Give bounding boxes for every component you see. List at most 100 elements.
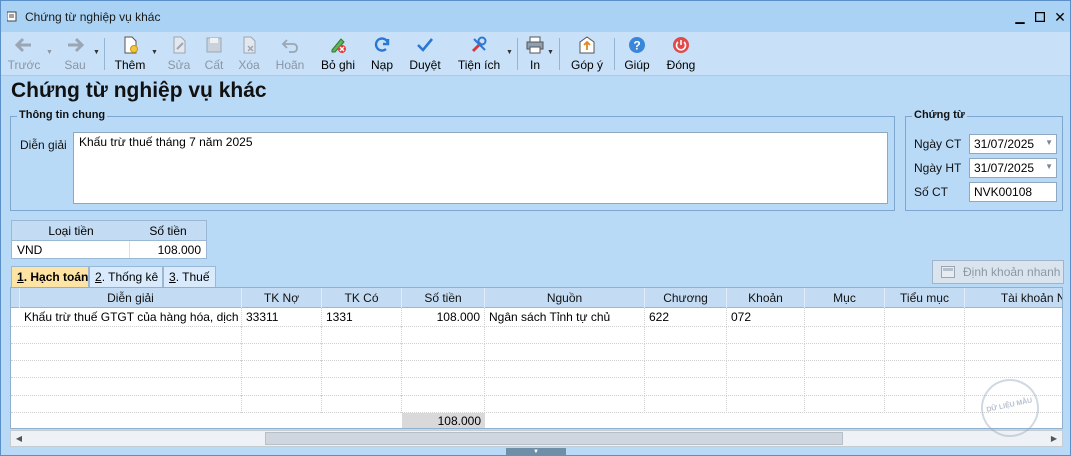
grid-cell[interactable] [242, 327, 322, 344]
col-credit-header[interactable]: TK Có [322, 288, 402, 308]
grid-cell[interactable] [20, 361, 242, 379]
row-section-cell[interactable] [805, 308, 885, 327]
grid-cell[interactable] [885, 395, 965, 413]
close-button[interactable]: Đóng [663, 34, 699, 74]
voucher-date-field[interactable]: 31/07/2025 ▼ [969, 134, 1057, 154]
feedback-button[interactable]: Góp ý [567, 34, 607, 74]
save-button[interactable]: Cất [199, 34, 229, 74]
row-item-cell[interactable]: 072 [727, 308, 805, 327]
grid-cell[interactable] [485, 395, 645, 413]
row-chapter-cell[interactable]: 622 [645, 308, 727, 327]
grid-cell[interactable] [885, 344, 965, 362]
grid-cell[interactable] [20, 327, 242, 344]
grid-cell[interactable] [885, 361, 965, 379]
grid-cell[interactable] [885, 327, 965, 344]
minimize-icon[interactable]: ▁ [1010, 7, 1030, 27]
print-button[interactable]: In [523, 34, 547, 74]
grid-cell[interactable] [242, 344, 322, 362]
table-row[interactable]: Khấu trừ thuế GTGT của hàng hóa, dịch vụ… [11, 308, 1062, 327]
table-row[interactable] [11, 344, 1062, 362]
grid-cell[interactable] [20, 378, 242, 396]
grid-cell[interactable] [885, 378, 965, 396]
grid-cell[interactable] [242, 378, 322, 396]
panel-toggle-handle[interactable]: ▼ [506, 448, 566, 456]
delete-button[interactable]: Xóa [233, 34, 265, 74]
prev-dropdown-icon[interactable]: ▼ [46, 49, 53, 56]
table-row[interactable] [11, 361, 1062, 379]
grid-cell[interactable] [805, 361, 885, 379]
grid-cell[interactable] [805, 378, 885, 396]
grid-cell[interactable] [485, 378, 645, 396]
row-credit-cell[interactable]: 1331 [322, 308, 402, 327]
table-row[interactable] [11, 378, 1062, 396]
scroll-left-icon[interactable]: ◀ [12, 432, 26, 445]
posting-date-field[interactable]: 31/07/2025 ▼ [969, 158, 1057, 178]
grid-cell[interactable] [805, 395, 885, 413]
grid-cell[interactable] [727, 378, 805, 396]
quick-entry-button[interactable]: Định khoản nhanh [932, 260, 1064, 284]
next-button[interactable]: Sau [59, 34, 91, 74]
horizontal-scrollbar[interactable]: ◀ ▶ [10, 430, 1063, 447]
grid-cell[interactable] [645, 327, 727, 344]
grid-cell[interactable] [242, 395, 322, 413]
grid-cell[interactable] [727, 327, 805, 344]
grid-cell[interactable] [645, 361, 727, 379]
grid-cell[interactable] [402, 327, 485, 344]
tab-accounting[interactable]: 1. Hạch toán [11, 266, 89, 287]
row-source-cell[interactable]: Ngân sách Tỉnh tự chủ [485, 308, 645, 327]
grid-cell[interactable] [805, 344, 885, 362]
row-bank-account-cell[interactable] [965, 308, 1062, 327]
row-amount-cell[interactable]: 108.000 [402, 308, 485, 327]
col-bank-account-header[interactable]: Tài khoản NH [965, 288, 1062, 308]
grid-cell[interactable] [322, 361, 402, 379]
grid-cell[interactable] [322, 327, 402, 344]
help-button[interactable]: ? Giúp [621, 34, 653, 74]
grid-cell[interactable] [322, 395, 402, 413]
next-dropdown-icon[interactable]: ▼ [93, 49, 100, 56]
dropdown-arrow-icon[interactable]: ▼ [1045, 162, 1053, 171]
grid-cell[interactable] [20, 395, 242, 413]
col-amount-header[interactable]: Số tiền [402, 288, 485, 308]
tab-statistics[interactable]: 2. Thống kê [89, 266, 163, 287]
grid-cell[interactable] [727, 361, 805, 379]
unpost-button[interactable]: Bỏ ghi [317, 34, 359, 74]
col-debit-header[interactable]: TK Nợ [242, 288, 322, 308]
table-row[interactable] [11, 327, 1062, 344]
grid-cell[interactable] [727, 395, 805, 413]
currency-type-cell[interactable]: VND [12, 241, 130, 258]
grid-cell[interactable] [485, 344, 645, 362]
edit-button[interactable]: Sửa [163, 34, 195, 74]
scroll-right-icon[interactable]: ▶ [1047, 432, 1061, 445]
grid-cell[interactable] [645, 344, 727, 362]
grid-cell[interactable] [242, 361, 322, 379]
grid-cell[interactable] [645, 395, 727, 413]
row-subsection-cell[interactable] [885, 308, 965, 327]
dropdown-arrow-icon[interactable]: ▼ [1045, 138, 1053, 147]
description-field[interactable]: Khấu trừ thuế tháng 7 năm 2025 [73, 132, 888, 204]
row-debit-cell[interactable]: 33311 [242, 308, 322, 327]
col-source-header[interactable]: Nguồn [485, 288, 645, 308]
grid-cell[interactable] [965, 327, 1062, 344]
col-item-header[interactable]: Khoản [727, 288, 805, 308]
add-dropdown-icon[interactable]: ▼ [151, 49, 158, 56]
print-dropdown-icon[interactable]: ▼ [547, 49, 554, 56]
col-description-header[interactable]: Diễn giải [20, 288, 242, 308]
grid-cell[interactable] [402, 344, 485, 362]
col-chapter-header[interactable]: Chương [645, 288, 727, 308]
undo-button[interactable]: Hoãn [272, 34, 308, 74]
grid-cell[interactable] [805, 327, 885, 344]
currency-row[interactable]: VND 108.000 [12, 241, 206, 258]
grid-cell[interactable] [402, 361, 485, 379]
prev-button[interactable]: Trước [7, 34, 41, 74]
utilities-button[interactable]: Tiện ích [455, 34, 503, 74]
close-icon[interactable]: ✕ [1050, 7, 1070, 27]
utilities-dropdown-icon[interactable]: ▼ [506, 49, 513, 56]
grid-cell[interactable] [402, 395, 485, 413]
col-subsection-header[interactable]: Tiểu mục [885, 288, 965, 308]
grid-cell[interactable] [485, 327, 645, 344]
grid-cell[interactable] [727, 344, 805, 362]
grid-cell[interactable] [402, 378, 485, 396]
grid-cell[interactable] [965, 361, 1062, 378]
grid-cell[interactable] [20, 344, 242, 362]
scrollbar-thumb[interactable] [265, 432, 843, 445]
